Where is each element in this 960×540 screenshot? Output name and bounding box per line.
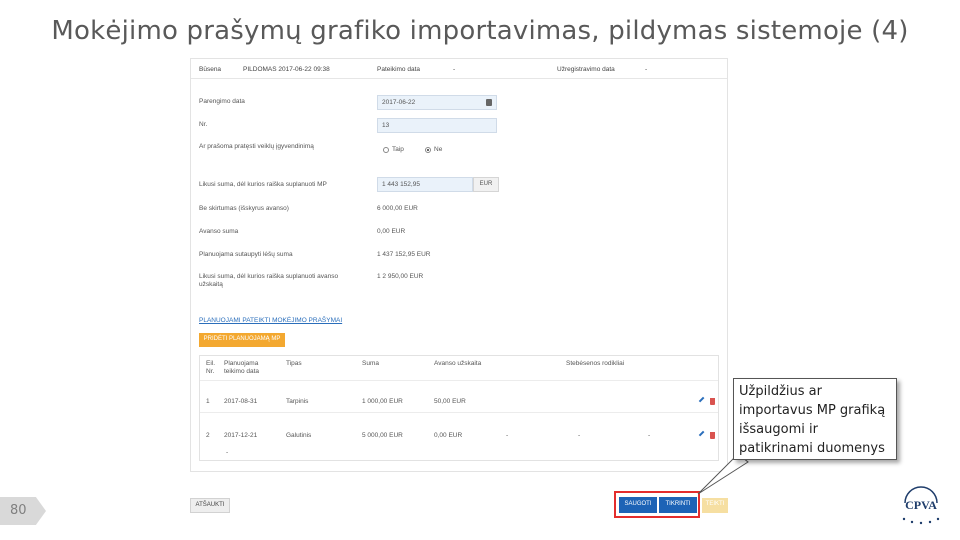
planned-value: 1 437 152,95 EUR (377, 251, 431, 258)
remaining-adv-label: Likusi suma, dėl kurios raiška suplanuot… (199, 273, 339, 288)
row2-type: Galutinis (286, 432, 312, 439)
submit-button[interactable]: TEIKTI (702, 498, 728, 513)
extend-label: Ar prašoma pratęsti veiklų įgyvendinimą (199, 143, 314, 150)
registered-value: - (645, 66, 648, 73)
trash-icon[interactable] (710, 432, 715, 439)
row2-advance: 0,00 EUR (434, 432, 463, 439)
header-indicators: Stebėsenos rodikliai (566, 360, 625, 367)
status-label: Būsena (199, 66, 222, 73)
row1-type: Tarpinis (286, 398, 309, 405)
app-screenshot: Būsena PILDOMAS 2017-06-22 09:38 Pateiki… (190, 58, 728, 472)
row2-date: 2017-12-21 (224, 432, 258, 439)
radio-no-label: Ne (434, 146, 443, 153)
advance-excl-value: 6 000,00 EUR (377, 205, 418, 212)
remaining-value: 1 443 152,95 (382, 181, 420, 188)
prep-date-input[interactable]: 2017-06-22 (377, 95, 497, 110)
planned-mp-table: Eil. Nr. Planuojama teikimo data Tipas S… (199, 355, 719, 461)
header-sum: Suma (362, 360, 379, 367)
trash-icon[interactable] (710, 398, 715, 405)
advance-label: Avanso suma (199, 228, 239, 235)
row-separator (200, 412, 718, 413)
row1-nr: 1 (206, 398, 210, 405)
row2-ind2: - (578, 432, 581, 439)
radio-yes[interactable]: Taip (383, 146, 404, 153)
cpva-logo: CPVA (902, 486, 940, 525)
planned-mp-link[interactable]: PLANUOJAMI PATEIKTI MOKĖJIMO PRAŠYMAI (199, 317, 342, 324)
registered-label: Užregistravimo data (557, 66, 615, 73)
header-date: Planuojama teikimo data (224, 360, 260, 375)
radio-yes-dot[interactable] (383, 146, 389, 153)
remaining-unit: EUR (473, 177, 499, 192)
edit-icon[interactable] (698, 430, 708, 440)
row2-nr: 2 (206, 432, 210, 439)
remaining-input[interactable]: 1 443 152,95 (377, 177, 473, 192)
status-value: PILDOMAS 2017-06-22 09:38 (243, 66, 330, 73)
status-strip: Būsena PILDOMAS 2017-06-22 09:38 Pateiki… (191, 59, 727, 79)
submitted-value: - (453, 66, 456, 73)
row2-ind1: - (506, 432, 509, 439)
row2-ind3: - (648, 432, 651, 439)
header-type: Tipas (286, 360, 302, 367)
slide-title: Mokėjimo prašymų grafiko importavimas, p… (51, 16, 909, 46)
logo-text: CPVA (905, 498, 937, 512)
cancel-button[interactable]: ATŠAUKTI (190, 498, 230, 513)
row1-sum: 1 000,00 EUR (362, 398, 403, 405)
row1-date: 2017-08-31 (224, 398, 258, 405)
row2-sum: 5 000,00 EUR (362, 432, 403, 439)
radio-no[interactable]: Ne (425, 146, 442, 153)
nr-label: Nr. (199, 121, 208, 128)
header-advance: Avanso užskaita (434, 360, 482, 367)
row1-advance: 50,00 EUR (434, 398, 466, 405)
prep-date-value: 2017-06-22 (382, 99, 416, 106)
planned-label: Planuojama sutaupyti lėšų suma (199, 251, 293, 258)
remaining-label: Likusi suma, dėl kurios raiška suplanuot… (199, 181, 327, 188)
prep-date-label: Parengimo data (199, 98, 245, 105)
add-planned-mp-button[interactable]: PRIDĖTI PLANUOJAMĄ MP (199, 333, 285, 347)
save-button[interactable]: SAUGOTI (619, 497, 657, 513)
edit-icon[interactable] (698, 396, 708, 406)
submitted-label: Pateikimo data (377, 66, 420, 73)
page-number: 80 (10, 503, 27, 518)
radio-no-dot[interactable] (425, 146, 431, 153)
slide: Mokėjimo prašymų grafiko importavimas, p… (0, 0, 960, 540)
radio-yes-label: Taip (392, 146, 404, 153)
header-nr: Eil. Nr. (206, 360, 216, 375)
table-footer-dash: - (226, 449, 229, 456)
calendar-icon[interactable] (486, 99, 492, 106)
callout-box: Užpildžius ar importavus MP grafiką išsa… (733, 378, 897, 460)
callout-text: Užpildžius ar importavus MP grafiką išsa… (739, 384, 886, 456)
nr-input[interactable]: 13 (377, 118, 497, 133)
remaining-adv-value: 1 2 950,00 EUR (377, 273, 424, 280)
advance-value: 0,00 EUR (377, 228, 406, 235)
nr-value: 13 (382, 122, 390, 129)
row-separator (200, 380, 718, 381)
advance-excl-label: Be skirtumas (išskyrus avanso) (199, 205, 289, 212)
